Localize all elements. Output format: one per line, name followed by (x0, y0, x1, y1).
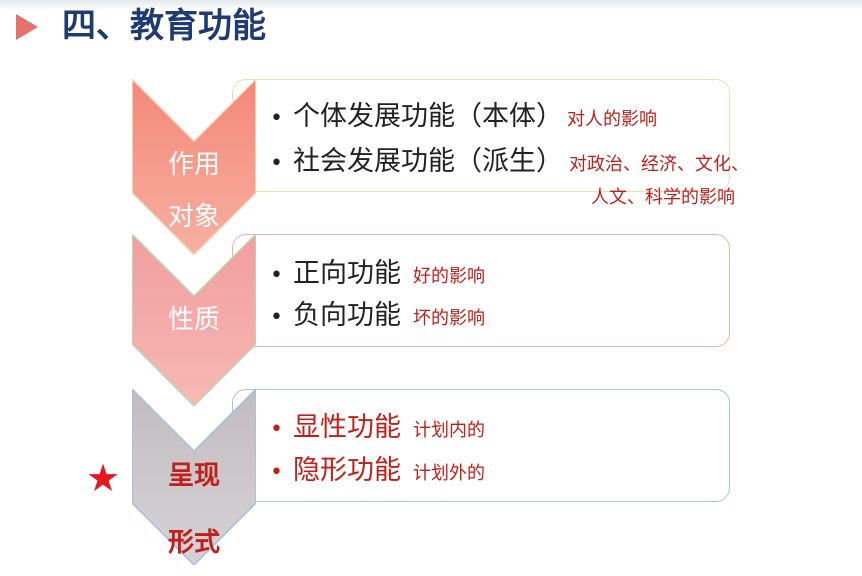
bullet-text: 隐形功能 (292, 455, 401, 486)
bullet-dot: • (270, 460, 283, 485)
bullet-text: 个体发展功能（本体） (292, 101, 563, 132)
bullet-dot: • (270, 305, 283, 330)
bullet-text: 社会发展功能（派生） (292, 146, 563, 177)
bullet-item: • 个体发展功能（本体） 对人的影响 (270, 94, 657, 133)
bullet-item: • 隐形功能 计划外的 (270, 448, 485, 487)
bullet-item: • 显性功能 计划内的 (270, 405, 485, 444)
bullet-note: 计划内的 (412, 420, 485, 441)
chevron-label-forms-line2: 形式 (167, 528, 220, 558)
bullet-note: 对人的影响 (566, 109, 657, 130)
bullet-item: • 社会发展功能（派生） 对政治、经济、文化、 (270, 139, 749, 178)
bullet-item: • 正向功能 好的影响 (270, 251, 485, 290)
bullet-item: • 负向功能 坏的影响 (270, 293, 485, 332)
bullet-text: 负向功能 (292, 300, 401, 331)
triangle-right-icon (16, 14, 38, 40)
bullet-dot: • (270, 263, 283, 288)
bullet-note: 坏的影响 (412, 308, 485, 329)
bullet-dot: • (270, 417, 283, 442)
bullet-dot: • (270, 106, 283, 131)
bullet-note: 对政治、经济、文化、 (568, 154, 749, 175)
chevron-label-forms-line1: 呈现 (167, 461, 220, 491)
chevron-label-nature: 性质 (167, 305, 220, 335)
bullet-text: 显性功能 (292, 412, 401, 443)
bullet-text: 正向功能 (292, 258, 401, 289)
bullet-note-continuation: 人文、科学的影响 (591, 187, 735, 208)
chevron-label-objects-line1: 作用 (167, 150, 220, 180)
bullet-note: 好的影响 (412, 266, 485, 287)
bullet-note: 计划外的 (412, 463, 485, 484)
slide-title: 四、教育功能 (62, 6, 266, 46)
star-icon: ★ (86, 456, 121, 500)
slide: 四、教育功能 作用 对象 性质 呈现 形式 • 个体发展功能（本体） 对人的影响… (0, 0, 862, 576)
bullet-dot: • (270, 151, 283, 176)
chevron-label-objects-line2: 对象 (167, 202, 220, 232)
